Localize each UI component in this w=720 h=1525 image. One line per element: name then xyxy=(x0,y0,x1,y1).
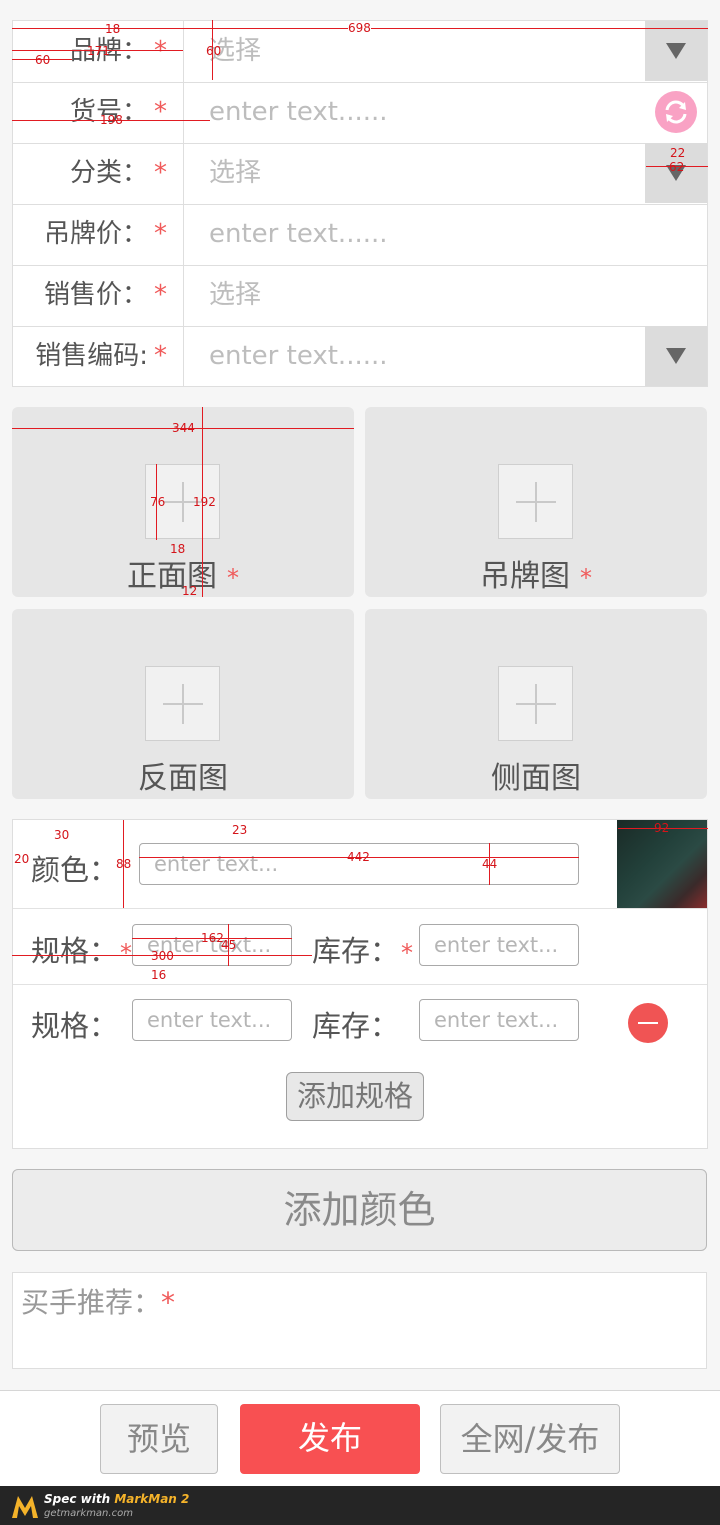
item-number-label: 货号： * xyxy=(13,82,184,143)
preview-button[interactable]: 预览 xyxy=(100,1404,218,1474)
measure-label: 23 xyxy=(232,823,248,837)
footer-url: getmarkman.com xyxy=(44,1508,133,1519)
required-star: * xyxy=(120,939,133,967)
measure-label: 16 xyxy=(151,968,167,982)
required-star: * xyxy=(154,280,167,310)
spec-label: 规格：* xyxy=(31,934,133,968)
markman-logo-icon xyxy=(12,1496,38,1518)
product-form: 品牌： * 选择 货号： * enter text...... 分类： * 选择 吊牌… xyxy=(12,20,708,387)
required-star: * xyxy=(161,1286,176,1319)
sale-code-label: 销售编码: * xyxy=(13,326,184,387)
measure-label: 300 xyxy=(151,949,174,963)
buyer-recommend-field[interactable]: 买手推荐：* xyxy=(12,1272,707,1369)
measure-label: 198 xyxy=(100,113,123,127)
sale-price-select[interactable]: 选择 xyxy=(209,265,261,326)
tile-caption: 反面图 xyxy=(138,761,228,796)
measure-label: 192 xyxy=(193,495,216,509)
tag-price-input[interactable]: enter text...... xyxy=(209,204,388,265)
sale-code-row[interactable]: 销售编码: * enter text...... xyxy=(13,326,707,387)
measure-label: 171 xyxy=(87,44,110,58)
measure-label: 18 xyxy=(170,542,186,556)
sale-code-input[interactable]: enter text...... xyxy=(209,326,388,387)
required-star: * xyxy=(154,158,167,188)
stock-label: 库存：* xyxy=(312,934,414,968)
tag-price-row[interactable]: 吊牌价： * enter text...... xyxy=(13,204,707,266)
measure-label: 76 xyxy=(150,495,166,509)
required-star: * xyxy=(154,219,167,249)
divider xyxy=(13,984,707,985)
measure-label: 88 xyxy=(116,857,132,871)
color-label: 颜色： xyxy=(31,853,119,887)
measure-label: 698 xyxy=(348,21,371,35)
spec-input[interactable]: enter text... xyxy=(132,999,292,1041)
required-star: * xyxy=(580,564,592,592)
footer-brand: Spec with MarkMan 2 xyxy=(44,1492,190,1506)
refresh-icon xyxy=(665,100,687,124)
tag-price-label: 吊牌价： * xyxy=(13,204,184,265)
add-color-button[interactable]: 添加颜色 xyxy=(12,1169,707,1251)
add-photo-button[interactable] xyxy=(498,666,573,741)
measure-label: 60 xyxy=(35,53,51,67)
plus-icon xyxy=(163,684,203,724)
required-star: * xyxy=(154,341,167,371)
remove-spec-button[interactable] xyxy=(628,1003,668,1043)
tile-caption: 侧面图 xyxy=(491,761,581,796)
plus-icon xyxy=(516,482,556,522)
front-image-tile[interactable]: 正面图 * xyxy=(12,407,354,597)
category-row[interactable]: 分类： * 选择 xyxy=(13,143,707,205)
plus-icon xyxy=(516,684,556,724)
measure-label: 22 xyxy=(670,146,686,160)
required-star: * xyxy=(227,564,239,592)
sale-code-dropdown-button[interactable] xyxy=(645,326,707,386)
measure-label: 442 xyxy=(347,850,370,864)
recommend-label: 买手推荐：* xyxy=(21,1286,176,1319)
add-spec-button[interactable]: 添加规格 xyxy=(286,1072,424,1121)
divider xyxy=(13,908,707,909)
measure-label: 18 xyxy=(105,22,121,36)
measure-label: 45 xyxy=(221,938,237,952)
back-image-tile[interactable]: 反面图 xyxy=(12,609,354,799)
required-star: * xyxy=(154,36,167,66)
refresh-button[interactable] xyxy=(655,91,697,133)
tile-caption: 吊牌图 * xyxy=(480,559,592,594)
measure-label: 92 xyxy=(654,821,670,835)
triangle-down-icon xyxy=(666,43,686,59)
sale-price-row[interactable]: 销售价： * 选择 xyxy=(13,265,707,327)
stock-label: 库存： xyxy=(312,1009,400,1043)
sale-price-label: 销售价： * xyxy=(13,265,184,326)
item-number-input[interactable]: enter text...... xyxy=(209,82,388,143)
measure-label: 20 xyxy=(14,852,30,866)
spec-label: 规格： xyxy=(31,1009,119,1043)
brand-dropdown-button[interactable] xyxy=(645,21,707,81)
measure-label: 44 xyxy=(482,857,498,871)
stock-input[interactable]: enter text... xyxy=(419,924,579,966)
side-image-tile[interactable]: 侧面图 xyxy=(365,609,707,799)
publish-all-button[interactable]: 全网/发布 xyxy=(440,1404,620,1474)
measure-label: 30 xyxy=(54,828,70,842)
measure-label: 12 xyxy=(182,584,198,598)
publish-button[interactable]: 发布 xyxy=(240,1404,420,1474)
markman-footer: Spec with MarkMan 2 getmarkman.com xyxy=(0,1486,720,1525)
tag-image-tile[interactable]: 吊牌图 * xyxy=(365,407,707,597)
measure-label: 344 xyxy=(172,421,195,435)
category-label: 分类： * xyxy=(13,143,184,204)
measure-label: 62 xyxy=(669,160,685,174)
triangle-down-icon xyxy=(666,348,686,364)
category-select[interactable]: 选择 xyxy=(209,143,261,204)
required-star: * xyxy=(401,939,414,967)
required-star: * xyxy=(154,97,167,127)
add-photo-button[interactable] xyxy=(145,666,220,741)
stock-input[interactable]: enter text... xyxy=(419,999,579,1041)
bottom-action-bar: 预览 发布 全网/发布 xyxy=(0,1390,720,1486)
measure-label: 60 xyxy=(206,44,222,58)
add-photo-button[interactable] xyxy=(498,464,573,539)
